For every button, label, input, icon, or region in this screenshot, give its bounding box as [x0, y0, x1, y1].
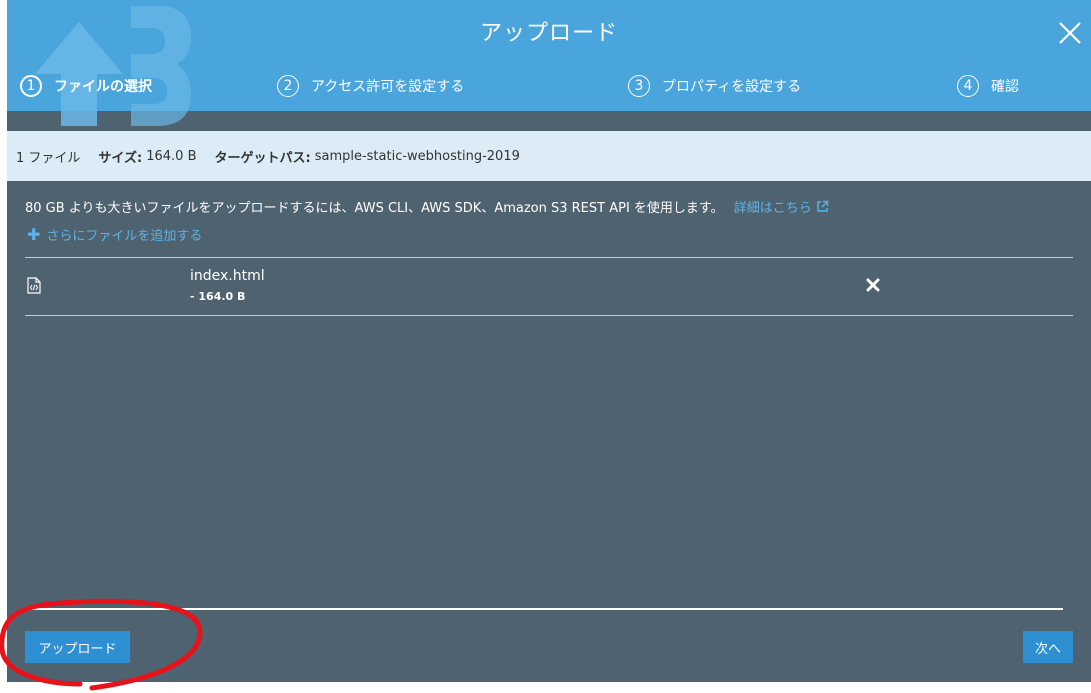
step-label: アクセス許可を設定する — [311, 79, 465, 95]
step-number: 4 — [957, 75, 979, 97]
upload-modal: アップロード 1 ファイルの選択 2 アクセス許可を設定する 3 プロパティを設… — [7, 0, 1091, 682]
target-path-value: sample-static-webhosting-2019 — [314, 148, 520, 164]
modal-header: アップロード 1 ファイルの選択 2 アクセス許可を設定する 3 プロパティを設… — [7, 0, 1091, 126]
target-path-label: ターゲットパス: — [214, 150, 311, 166]
plus-icon: ✚ — [27, 224, 41, 244]
wizard-steps: 1 ファイルの選択 2 アクセス許可を設定する 3 プロパティを設定する 4 確… — [7, 72, 1091, 100]
step-label: プロパティを設定する — [662, 79, 802, 95]
learn-more-label: 詳細はこちら — [733, 201, 812, 216]
learn-more-link[interactable]: 詳細はこちら — [733, 200, 829, 216]
file-count: 1 ファイル — [16, 150, 81, 166]
step-select-files[interactable]: 1 ファイルの選択 — [20, 72, 152, 100]
next-button[interactable]: 次へ — [1023, 631, 1073, 663]
step-number: 2 — [277, 75, 299, 97]
file-code-icon — [27, 277, 41, 294]
large-file-notice: 80 GB よりも大きいファイルをアップロードするには、AWS CLI、AWS … — [25, 197, 829, 216]
add-more-files-link[interactable]: ✚ さらにファイルを追加する — [27, 225, 202, 244]
external-link-icon — [817, 200, 829, 212]
add-more-files-label: さらにファイルを追加する — [46, 229, 203, 244]
step-number: 1 — [20, 75, 42, 97]
footer-divider — [25, 608, 1063, 610]
remove-file-icon[interactable] — [865, 277, 881, 293]
step-review[interactable]: 4 確認 — [957, 72, 1019, 100]
modal-title: アップロード — [479, 21, 618, 46]
step-set-properties[interactable]: 3 プロパティを設定する — [628, 72, 801, 100]
file-name: index.html — [190, 268, 265, 284]
step-set-permissions[interactable]: 2 アクセス許可を設定する — [277, 72, 464, 100]
notice-text: 80 GB よりも大きいファイルをアップロードするには、AWS CLI、AWS … — [25, 201, 724, 216]
file-size: - 164.0 B — [190, 290, 246, 303]
close-icon[interactable] — [1057, 20, 1083, 46]
upload-button[interactable]: アップロード — [25, 631, 130, 663]
upload-summary-bar: 1 ファイル サイズ: 164.0 B ターゲットパス: sample-stat… — [7, 131, 1091, 181]
size-label: サイズ: — [98, 150, 143, 166]
step-label: ファイルの選択 — [54, 79, 152, 95]
step-number: 3 — [628, 75, 650, 97]
file-list: index.html - 164.0 B — [25, 257, 1073, 316]
size-value: 164.0 B — [146, 148, 197, 164]
step-label: 確認 — [991, 79, 1019, 95]
